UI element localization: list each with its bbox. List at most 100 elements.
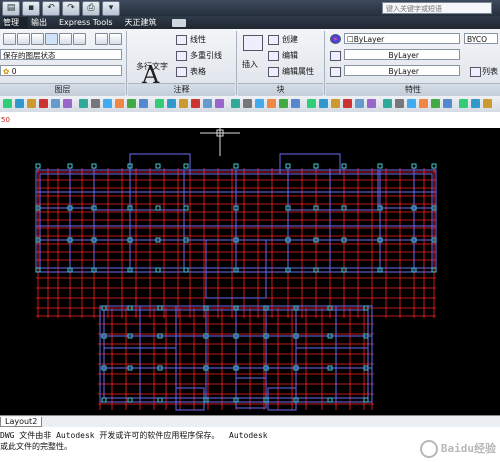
toolbar-tool-icon[interactable] [319, 99, 328, 108]
column-marker [327, 397, 333, 403]
linear-button[interactable]: 线性 [190, 34, 206, 45]
toolbar-tool-icon[interactable] [471, 99, 480, 108]
layer-walk-icon[interactable] [73, 33, 86, 45]
column-marker [155, 267, 161, 273]
plot-icon[interactable]: ⎙ [82, 1, 100, 16]
toolbar-tool-icon[interactable] [243, 99, 252, 108]
layer-current-select[interactable]: ✿ 0 [0, 65, 122, 76]
layer-panel-label[interactable]: 图层 [0, 83, 125, 96]
edit-attr-button[interactable]: 编辑属性 [282, 66, 314, 77]
toolbar-tool-icon[interactable] [367, 99, 376, 108]
layer-state-icon[interactable] [17, 33, 30, 45]
toolbar-tool-icon[interactable] [443, 99, 452, 108]
drawing-canvas[interactable] [0, 128, 500, 415]
column-marker [363, 397, 369, 403]
watermark-badge-icon [419, 440, 438, 458]
toolbar-tool-icon[interactable] [291, 99, 300, 108]
linetype-select[interactable]: ByLayer [344, 49, 460, 60]
command-line-1: DWG 文件由非 Autodesk 开发或许可的软件应用程序保存。 Autode… [0, 431, 268, 440]
toolbar-tool-icon[interactable] [79, 99, 88, 108]
toolbar-tool-icon[interactable] [63, 99, 72, 108]
toolbar-tool-icon[interactable] [383, 99, 392, 108]
toolbar-tool-icon[interactable] [39, 99, 48, 108]
table-button[interactable]: 表格 [190, 66, 206, 77]
app-menu-icon[interactable]: ▤ [2, 1, 20, 16]
wall-outline [295, 347, 369, 399]
toolbar-tool-icon[interactable] [139, 99, 148, 108]
toolbar-tool-icon[interactable] [431, 99, 440, 108]
tab-tangent[interactable]: 天正建筑 [125, 17, 166, 28]
ribbon-separator [126, 31, 127, 95]
edit-attr-icon [268, 67, 279, 77]
toolbar-tool-icon[interactable] [179, 99, 188, 108]
search-input[interactable]: 键入关键字或短语 [382, 2, 492, 14]
insert-block-icon [243, 35, 263, 51]
video-icon[interactable] [171, 18, 186, 27]
list-button[interactable]: 列表 [482, 66, 498, 77]
column-marker [285, 163, 291, 169]
layer-freeze-icon[interactable] [109, 33, 122, 45]
toolbar-tool-icon[interactable] [331, 99, 340, 108]
toolbar-tool-icon[interactable] [15, 99, 24, 108]
block-panel-label[interactable]: 块 [238, 83, 323, 96]
layer-iso-icon[interactable] [31, 33, 44, 45]
redo-icon[interactable]: ↷ [62, 1, 80, 16]
layer-off-icon[interactable] [95, 33, 108, 45]
layer-match-icon[interactable] [45, 33, 58, 45]
tab-manage[interactable]: 管理 [3, 17, 28, 28]
toolbar-tool-icon[interactable] [255, 99, 264, 108]
toolbar-tool-icon[interactable] [91, 99, 100, 108]
column-marker [101, 397, 107, 403]
toolbar-tool-icon[interactable] [419, 99, 428, 108]
tab-layout2[interactable]: Layout2 [0, 417, 43, 427]
toolbar-tool-icon[interactable] [3, 99, 12, 108]
properties-panel-label[interactable]: 特性 [326, 83, 500, 96]
command-window[interactable]: DWG 文件由非 Autodesk 开发或许可的软件应用程序保存。 Autode… [0, 427, 500, 462]
toolbar-tool-icon[interactable] [51, 99, 60, 108]
bycolor-select[interactable]: BYCO [464, 33, 498, 44]
toolbar-tool-icon[interactable] [279, 99, 288, 108]
toolbar-tool-icon[interactable] [231, 99, 240, 108]
toolbar-tool-icon[interactable] [395, 99, 404, 108]
toolbar-tool-icon[interactable] [167, 99, 176, 108]
create-button[interactable]: 创建 [282, 34, 298, 45]
color-select[interactable]: ☐ByLayer [344, 33, 460, 44]
toolbar-tool-icon[interactable] [215, 99, 224, 108]
toolbar-tool-icon[interactable] [127, 99, 136, 108]
save-icon[interactable]: ▪ [22, 1, 40, 16]
toolbar-tool-icon[interactable] [267, 99, 276, 108]
annotation-panel-label[interactable]: 注释 [128, 83, 235, 96]
tab-output[interactable]: 输出 [31, 17, 56, 28]
toolbar-tool-icon[interactable] [343, 99, 352, 108]
toolbar-tool-icon[interactable] [355, 99, 364, 108]
layer-state-select[interactable]: 保存的图层状态 [0, 49, 122, 60]
list-icon [470, 67, 481, 77]
toolbar-tool-icon[interactable] [103, 99, 112, 108]
layer-current-value: 0 [11, 67, 17, 76]
toolbar-tool-icon[interactable] [155, 99, 164, 108]
column-marker [127, 397, 133, 403]
toolbar-tool-icon[interactable] [407, 99, 416, 108]
lineweight-select[interactable]: ByLayer [344, 65, 460, 76]
column-marker [233, 163, 239, 169]
multileader-button[interactable]: 多重引线 [190, 50, 222, 61]
tab-express-tools[interactable]: Express Tools [59, 18, 122, 27]
column-marker [35, 163, 41, 169]
drawing-area[interactable] [0, 128, 500, 415]
layer-props-icon[interactable] [3, 33, 16, 45]
toolbar-tool-icon[interactable] [27, 99, 36, 108]
toolbar-tool-icon[interactable] [203, 99, 212, 108]
toolbar-tool-icon[interactable] [483, 99, 492, 108]
toolbar-tool-icon[interactable] [191, 99, 200, 108]
coordinate-strip: 50 [0, 112, 500, 129]
sun-icon: ✿ [3, 67, 10, 76]
dropdown-icon[interactable]: ▾ [102, 1, 120, 16]
toolbar-tool-icon[interactable] [115, 99, 124, 108]
toolbar-tool-icon[interactable] [459, 99, 468, 108]
insert-button[interactable]: 插入 [242, 59, 258, 70]
edit-button[interactable]: 编辑 [282, 50, 298, 61]
toolbar-tool-icon[interactable] [307, 99, 316, 108]
undo-icon[interactable]: ↶ [42, 1, 60, 16]
mtext-button[interactable]: 多行文字 [136, 61, 168, 72]
layer-prev-icon[interactable] [59, 33, 72, 45]
